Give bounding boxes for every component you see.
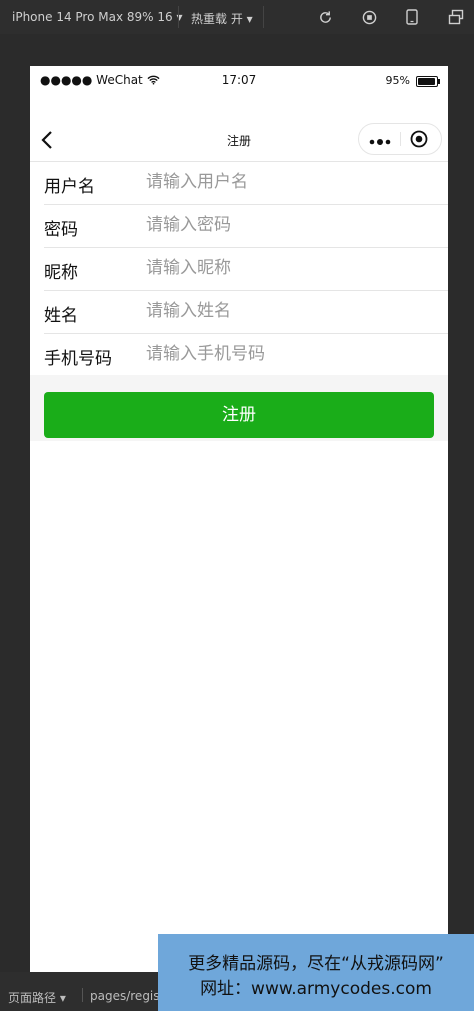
nav-bar: 注册 [30, 118, 448, 162]
stop-icon[interactable] [361, 9, 377, 25]
toolbar-divider [263, 6, 264, 28]
password-label: 密码 [44, 220, 78, 240]
name-label: 姓名 [44, 306, 78, 326]
refresh-icon[interactable] [317, 9, 333, 25]
watermark-banner: 更多精品源码，尽在“从戎源码网” 网址：www.armycodes.com [158, 934, 474, 1011]
username-input[interactable] [146, 169, 446, 195]
phone-input[interactable] [146, 341, 446, 367]
phone-icon[interactable] [404, 9, 420, 25]
page-path-value: pages/regis [90, 989, 160, 1003]
window-icon[interactable] [448, 9, 464, 25]
register-button[interactable]: 注册 [44, 392, 434, 438]
devtools-toolbar: iPhone 14 Pro Max 89% 16 ▾ 热重载 开 ▾ [0, 0, 474, 34]
phone-label: 手机号码 [44, 349, 112, 369]
toolbar-divider [178, 6, 179, 28]
nickname-label: 昵称 [44, 263, 78, 283]
bottom-divider [82, 988, 83, 1002]
form-row-name: 姓名 [44, 291, 448, 334]
capsule-divider [400, 132, 401, 146]
form-row-username: 用户名 [44, 162, 448, 205]
simulator-screen: ●●●●● WeChat 17:07 95% 注册 用户名 密码 [30, 66, 448, 972]
watermark-line-2: 网址：www.armycodes.com [200, 979, 432, 999]
device-selector[interactable]: iPhone 14 Pro Max 89% 16 ▾ [12, 10, 182, 24]
form-row-nickname: 昵称 [44, 248, 448, 291]
password-input[interactable] [146, 212, 446, 238]
button-area: 注册 [30, 375, 448, 441]
name-input[interactable] [146, 298, 446, 324]
battery-fill [418, 78, 435, 85]
battery-icon [416, 76, 440, 87]
nickname-input[interactable] [146, 255, 446, 281]
battery-percent: 95% [385, 74, 410, 87]
page-path-selector[interactable]: 页面路径 ▾ [8, 989, 66, 1006]
status-bar: ●●●●● WeChat 17:07 95% [30, 66, 448, 94]
more-icon[interactable] [369, 133, 391, 145]
form-row-phone: 手机号码 [30, 334, 448, 377]
register-form: 用户名 密码 昵称 姓名 手机号码 [30, 161, 448, 377]
hot-reload-toggle[interactable]: 热重载 开 ▾ [191, 10, 253, 27]
menu-capsule [358, 123, 442, 155]
form-row-password: 密码 [44, 205, 448, 248]
watermark-line-1: 更多精品源码，尽在“从戎源码网” [188, 954, 444, 974]
username-label: 用户名 [44, 177, 95, 197]
close-target-icon[interactable] [410, 130, 428, 148]
